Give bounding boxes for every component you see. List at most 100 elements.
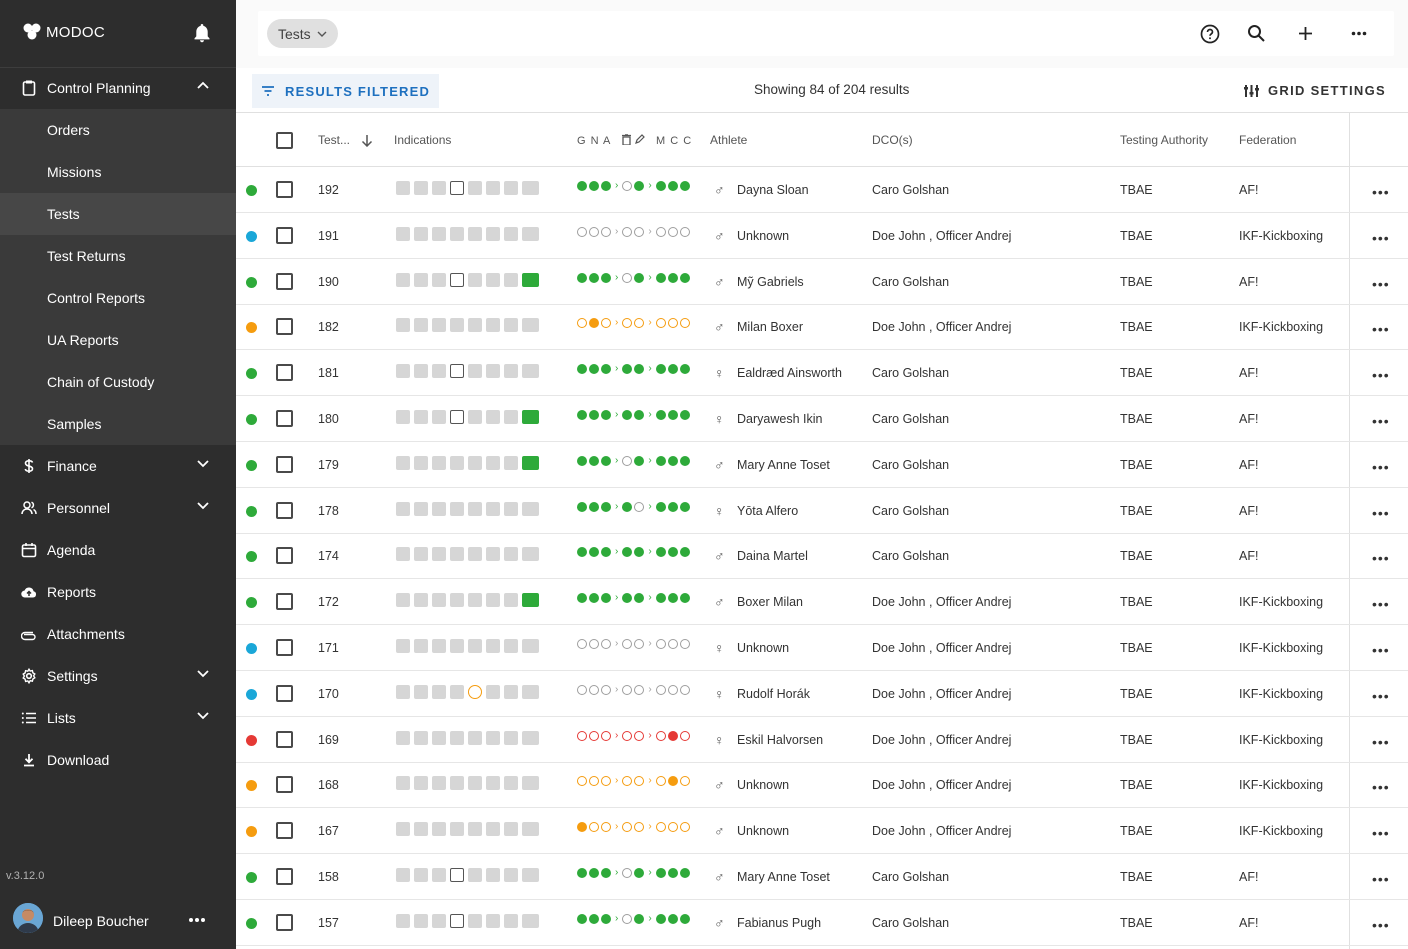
test-id[interactable]: 192: [318, 183, 339, 197]
grid-settings-button[interactable]: GRID SETTINGS: [1243, 83, 1386, 98]
send-icon[interactable]: [414, 868, 428, 882]
table-row[interactable]: 169 › › ♀ Eskil Halvorsen Doe John , Officer …: [236, 717, 1408, 763]
row-checkbox[interactable]: [276, 684, 293, 702]
sidebar-item-ua-reports[interactable]: UA Reports: [0, 319, 236, 361]
row-checkbox[interactable]: [276, 593, 293, 611]
test-id[interactable]: 178: [318, 504, 339, 518]
sidebar-item-settings[interactable]: Settings: [0, 655, 236, 697]
basket-icon[interactable]: [504, 501, 518, 516]
basket-icon[interactable]: [504, 455, 518, 470]
row-checkbox[interactable]: [276, 547, 293, 565]
row-checkbox[interactable]: [276, 822, 293, 840]
form-icon[interactable]: [396, 455, 410, 470]
sidebar-item-samples[interactable]: Samples: [0, 403, 236, 445]
send-icon[interactable]: [414, 364, 428, 379]
help-icon[interactable]: [1200, 24, 1220, 44]
table-row[interactable]: 167 › › ♂ Unknown Doe John , Officer Andrej TB…: [236, 808, 1408, 855]
table-row[interactable]: 192 › › ♂ Dayna Sloan Caro Golshan TBAE AF! •••: [236, 167, 1408, 213]
document-icon[interactable]: [432, 410, 446, 424]
calendar-check-icon[interactable]: [450, 684, 464, 699]
basket-icon[interactable]: [504, 547, 518, 562]
list-doc-icon[interactable]: [486, 822, 500, 837]
column-indications[interactable]: Indications: [394, 133, 451, 147]
document-icon[interactable]: [432, 364, 446, 379]
test-id[interactable]: 182: [318, 320, 339, 334]
row-checkbox[interactable]: [276, 455, 293, 473]
test-id[interactable]: 170: [318, 687, 339, 701]
row-checkbox[interactable]: [276, 181, 293, 198]
list-doc-icon[interactable]: [486, 364, 500, 379]
history-icon[interactable]: [468, 868, 482, 882]
history-icon[interactable]: [468, 181, 482, 195]
test-id[interactable]: 158: [318, 870, 339, 884]
list-doc-icon[interactable]: [486, 226, 500, 241]
row-more-icon[interactable]: •••: [1372, 184, 1390, 200]
send-icon[interactable]: [414, 639, 428, 653]
calendar-check-icon[interactable]: [450, 364, 464, 379]
document-icon[interactable]: [432, 593, 446, 608]
sidebar-item-personnel[interactable]: Personnel: [0, 487, 236, 529]
truck-icon[interactable]: [522, 868, 539, 882]
form-icon[interactable]: [396, 593, 410, 608]
truck-icon[interactable]: [522, 318, 539, 333]
document-icon[interactable]: [432, 684, 446, 699]
table-row[interactable]: 157 › › ♂ Fabianus Pugh Caro Golshan TBAE AF! ••…: [236, 900, 1408, 946]
form-icon[interactable]: [396, 501, 410, 516]
row-checkbox[interactable]: [276, 776, 293, 794]
column-mcc[interactable]: M C C: [656, 135, 692, 147]
form-icon[interactable]: [396, 684, 410, 699]
row-more-icon[interactable]: •••: [1372, 321, 1390, 337]
test-id[interactable]: 179: [318, 458, 339, 472]
send-icon[interactable]: [414, 776, 428, 791]
history-icon[interactable]: [468, 639, 482, 653]
calendar-check-icon[interactable]: [450, 547, 464, 562]
list-doc-icon[interactable]: [486, 639, 500, 653]
calendar-check-icon[interactable]: [450, 868, 464, 882]
truck-icon[interactable]: [522, 226, 539, 241]
calendar-check-icon[interactable]: [450, 410, 464, 424]
form-icon[interactable]: [396, 639, 410, 653]
avatar[interactable]: [13, 903, 43, 933]
document-icon[interactable]: [432, 181, 446, 195]
form-icon[interactable]: [396, 822, 410, 837]
table-row[interactable]: 171 › › ♀ Unknown Doe John , Officer Andrej TB…: [236, 625, 1408, 671]
truck-icon[interactable]: [522, 684, 539, 699]
history-icon[interactable]: [468, 684, 482, 699]
send-icon[interactable]: [414, 593, 428, 608]
form-icon[interactable]: [396, 410, 410, 424]
column-athlete[interactable]: Athlete: [710, 133, 747, 147]
test-id[interactable]: 172: [318, 595, 339, 609]
list-doc-icon[interactable]: [486, 455, 500, 470]
history-icon[interactable]: [468, 776, 482, 791]
calendar-check-icon[interactable]: [450, 593, 464, 608]
truck-icon[interactable]: [522, 410, 539, 424]
list-doc-icon[interactable]: [486, 730, 500, 745]
row-more-icon[interactable]: •••: [1372, 367, 1390, 383]
sidebar-item-chain-of-custody[interactable]: Chain of Custody: [0, 361, 236, 403]
document-icon[interactable]: [432, 776, 446, 791]
sidebar-item-tests[interactable]: Tests: [0, 193, 236, 235]
row-checkbox[interactable]: [276, 364, 293, 382]
basket-icon[interactable]: [504, 181, 518, 195]
truck-icon[interactable]: [522, 639, 539, 653]
row-more-icon[interactable]: •••: [1372, 642, 1390, 658]
send-icon[interactable]: [414, 455, 428, 470]
test-id[interactable]: 190: [318, 275, 339, 289]
send-icon[interactable]: [414, 181, 428, 195]
row-more-icon[interactable]: •••: [1372, 734, 1390, 750]
row-checkbox[interactable]: [276, 318, 293, 336]
sidebar-item-missions[interactable]: Missions: [0, 151, 236, 193]
list-doc-icon[interactable]: [486, 410, 500, 424]
table-row[interactable]: 190 › › ♂ Mỹ Gabriels Caro Golshan TBAE AF! •••: [236, 259, 1408, 305]
list-doc-icon[interactable]: [486, 593, 500, 608]
send-icon[interactable]: [414, 501, 428, 516]
calendar-check-icon[interactable]: [450, 181, 464, 195]
basket-icon[interactable]: [504, 868, 518, 882]
list-doc-icon[interactable]: [486, 318, 500, 333]
test-id[interactable]: 157: [318, 916, 339, 930]
table-row[interactable]: 181 › › ♀ Ealdræd Ainsworth Caro Golshan TBAE A…: [236, 350, 1408, 397]
user-panel[interactable]: Dileep Boucher: [0, 895, 236, 949]
truck-icon[interactable]: [522, 272, 539, 287]
document-icon[interactable]: [432, 822, 446, 837]
history-icon[interactable]: [468, 364, 482, 379]
